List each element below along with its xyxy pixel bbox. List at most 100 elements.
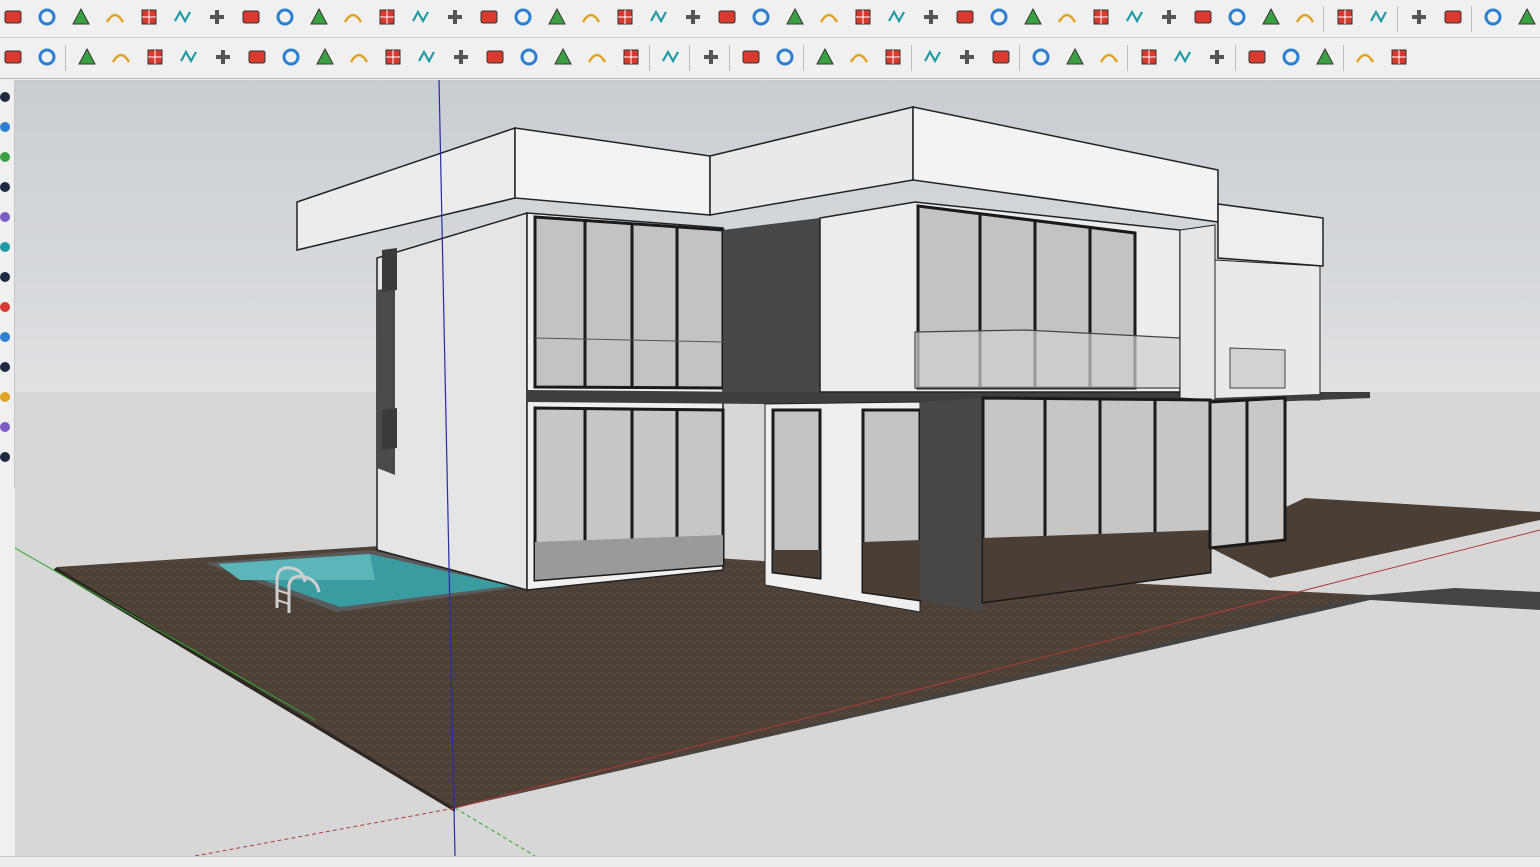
ball-icon[interactable] bbox=[0, 448, 13, 466]
bezier-button[interactable] bbox=[442, 6, 468, 32]
triangle-dark-icon[interactable] bbox=[0, 268, 13, 286]
eraser-button[interactable] bbox=[1440, 6, 1466, 32]
window-grid-2-button[interactable] bbox=[1170, 46, 1196, 72]
play-icon[interactable] bbox=[0, 88, 13, 106]
dome-button[interactable] bbox=[1312, 46, 1338, 72]
zigzag-3-button[interactable] bbox=[108, 46, 134, 72]
redo-2-icon[interactable] bbox=[0, 148, 13, 166]
align-center-button[interactable] bbox=[846, 46, 872, 72]
redo-icon[interactable] bbox=[0, 118, 13, 136]
frame-button[interactable] bbox=[1088, 6, 1114, 32]
arc-button[interactable] bbox=[176, 46, 202, 72]
line-tool-button[interactable] bbox=[1332, 6, 1358, 32]
move-grid-button[interactable] bbox=[510, 6, 536, 32]
grid-cross-button[interactable] bbox=[1028, 46, 1054, 72]
freehand-button[interactable] bbox=[408, 6, 434, 32]
push-pull-button[interactable] bbox=[68, 6, 94, 32]
spiral-circle-button[interactable] bbox=[244, 46, 270, 72]
zoom-window-button[interactable] bbox=[772, 46, 798, 72]
grid-orange-button[interactable] bbox=[1156, 6, 1182, 32]
grid-red-button[interactable] bbox=[1096, 46, 1122, 72]
brick-button[interactable] bbox=[1244, 46, 1270, 72]
arc-red-button[interactable] bbox=[414, 46, 440, 72]
box-button[interactable] bbox=[340, 6, 366, 32]
scene-canvas[interactable] bbox=[15, 80, 1540, 856]
circle-dark-icon[interactable] bbox=[0, 238, 13, 256]
undo-2-icon[interactable] bbox=[0, 178, 13, 196]
scatter-button[interactable] bbox=[1224, 6, 1250, 32]
outer-shell-button[interactable] bbox=[170, 6, 196, 32]
distribute-h-3-button[interactable] bbox=[988, 46, 1014, 72]
wrench-green-button[interactable] bbox=[516, 46, 542, 72]
cross-icon[interactable] bbox=[0, 418, 13, 436]
matrix-button[interactable] bbox=[1292, 6, 1318, 32]
hatch-button[interactable] bbox=[1122, 6, 1148, 32]
oval-button[interactable] bbox=[550, 46, 576, 72]
triangle-button[interactable] bbox=[584, 46, 610, 72]
warning-button[interactable] bbox=[646, 6, 672, 32]
distribute-h-2-button[interactable] bbox=[954, 46, 980, 72]
terrain-green-button[interactable] bbox=[618, 46, 644, 72]
house-button[interactable] bbox=[918, 6, 944, 32]
3d-viewport[interactable] bbox=[15, 80, 1540, 856]
distribute-h-button[interactable] bbox=[920, 46, 946, 72]
component-button[interactable] bbox=[816, 6, 842, 32]
gear-component-button[interactable] bbox=[1054, 6, 1080, 32]
section-button[interactable] bbox=[1406, 6, 1432, 32]
paint-material-button[interactable] bbox=[1480, 6, 1506, 32]
black-white-button[interactable] bbox=[1352, 46, 1378, 72]
curve-button[interactable] bbox=[0, 46, 26, 72]
arc-3-button[interactable] bbox=[346, 46, 372, 72]
follow-me-button[interactable] bbox=[34, 6, 60, 32]
step-icon[interactable] bbox=[0, 208, 13, 226]
sandbox-button[interactable] bbox=[578, 6, 604, 32]
import-button[interactable] bbox=[658, 46, 684, 72]
rotate-view-button[interactable] bbox=[748, 6, 774, 32]
puzzle-button[interactable] bbox=[884, 6, 910, 32]
offset-button[interactable] bbox=[102, 6, 128, 32]
orbit-button[interactable] bbox=[680, 6, 706, 32]
extra-button[interactable] bbox=[1386, 46, 1412, 72]
polyline-button[interactable] bbox=[312, 46, 338, 72]
intersect-button[interactable] bbox=[136, 6, 162, 32]
zigzag-2-button[interactable] bbox=[74, 46, 100, 72]
component-red-button[interactable] bbox=[952, 6, 978, 32]
select-arrow-button[interactable] bbox=[698, 46, 724, 72]
brick-2-button[interactable] bbox=[1278, 46, 1304, 72]
grid-orange-2-button[interactable] bbox=[1190, 6, 1216, 32]
wrench-button[interactable] bbox=[374, 6, 400, 32]
table-button[interactable] bbox=[272, 6, 298, 32]
orbit-red-button[interactable] bbox=[714, 6, 740, 32]
align-right-button[interactable] bbox=[880, 46, 906, 72]
window-grid-3-button[interactable] bbox=[1204, 46, 1230, 72]
sphere-icon[interactable] bbox=[0, 328, 13, 346]
cloud-button[interactable] bbox=[1514, 6, 1540, 32]
scale-grid-button[interactable] bbox=[544, 6, 570, 32]
arc-4-button[interactable] bbox=[380, 46, 406, 72]
gear-icon[interactable] bbox=[0, 388, 13, 406]
pan-button[interactable] bbox=[782, 6, 808, 32]
dimension-button[interactable] bbox=[1366, 6, 1392, 32]
shape-icon[interactable] bbox=[0, 298, 13, 316]
solid-button[interactable] bbox=[1020, 6, 1046, 32]
polygon-button[interactable] bbox=[482, 46, 508, 72]
rectangle-button[interactable] bbox=[210, 46, 236, 72]
flag-button[interactable] bbox=[306, 6, 332, 32]
fill-rect-button[interactable] bbox=[238, 6, 264, 32]
terrain-button[interactable] bbox=[612, 6, 638, 32]
zigzag-button[interactable] bbox=[34, 46, 60, 72]
paint-bucket-button[interactable] bbox=[0, 6, 26, 32]
explode-button[interactable] bbox=[986, 6, 1012, 32]
arc-2-button[interactable] bbox=[278, 46, 304, 72]
circle-dots-button[interactable] bbox=[1258, 6, 1284, 32]
zoom-extents-button[interactable] bbox=[738, 46, 764, 72]
cylinder-icon[interactable] bbox=[0, 358, 13, 376]
spiral-button[interactable] bbox=[142, 46, 168, 72]
line-2-button[interactable] bbox=[448, 46, 474, 72]
window-grid-button[interactable] bbox=[1136, 46, 1162, 72]
move-grid-button[interactable] bbox=[476, 6, 502, 32]
align-left-button[interactable] bbox=[812, 46, 838, 72]
undo-button[interactable] bbox=[850, 6, 876, 32]
rotate-button[interactable] bbox=[204, 6, 230, 32]
grid-hatch-button[interactable] bbox=[1062, 46, 1088, 72]
